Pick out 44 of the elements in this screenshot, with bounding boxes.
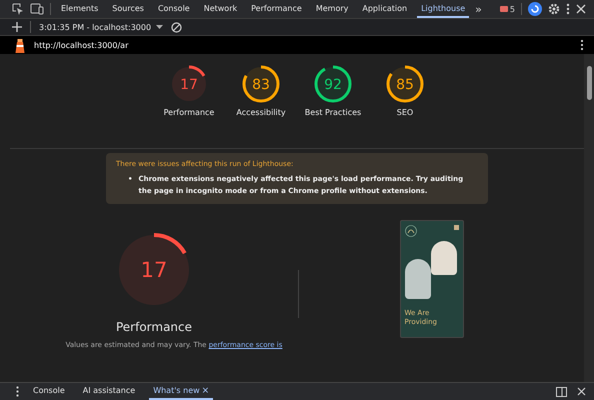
- panel-tab[interactable]: Performance: [247, 0, 306, 18]
- panel-tab[interactable]: Elements: [57, 0, 102, 18]
- gauge-label: Best Practices: [304, 108, 362, 117]
- gauge-label: SEO: [396, 108, 414, 117]
- more-options-icon[interactable]: [580, 39, 584, 51]
- more-options-icon[interactable]: [566, 3, 570, 15]
- error-icon: [500, 6, 508, 12]
- panel-tab[interactable]: Sources: [108, 0, 148, 18]
- performance-gauge: 17: [116, 232, 192, 308]
- dock-icon[interactable]: [556, 386, 567, 396]
- panel-tab[interactable]: Network: [200, 0, 242, 18]
- report-url: http://localhost:3000/ar: [34, 40, 128, 50]
- score-gauge[interactable]: 83: [241, 64, 281, 104]
- assistant-icon[interactable]: [528, 2, 542, 16]
- close-tab-button[interactable]: ×: [202, 386, 210, 396]
- caret-icon: [156, 25, 164, 29]
- close-icon[interactable]: [577, 387, 586, 396]
- panel-tab[interactable]: Application: [358, 0, 412, 18]
- photo-placeholder: [404, 259, 430, 299]
- drawer-tab[interactable]: What's new ×: [149, 383, 214, 400]
- add-icon[interactable]: [12, 22, 22, 32]
- drawer-tab[interactable]: AI assistance: [78, 383, 140, 400]
- gauge-label: Accessibility: [236, 108, 286, 117]
- drawer-menu-icon[interactable]: [16, 386, 19, 397]
- more-tabs-button[interactable]: »: [475, 2, 482, 16]
- score-gauge[interactable]: 17: [169, 64, 209, 104]
- report-dropdown[interactable]: 3:01:35 PM - localhost:3000: [39, 22, 164, 32]
- clear-icon[interactable]: [171, 22, 182, 32]
- photo-placeholder: [430, 241, 456, 275]
- logo-icon: [404, 225, 416, 237]
- score-gauge[interactable]: 85: [385, 64, 425, 104]
- menu-icon: [454, 225, 458, 230]
- panel-tab[interactable]: Memory: [312, 0, 352, 18]
- settings-icon[interactable]: [548, 3, 560, 15]
- close-icon[interactable]: [576, 4, 586, 14]
- panel-tab[interactable]: Console: [154, 0, 194, 18]
- lighthouse-icon: [14, 38, 26, 52]
- inspect-icon[interactable]: [12, 3, 24, 15]
- score-gauge[interactable]: 92: [313, 64, 353, 104]
- category-title: Performance: [116, 320, 192, 334]
- error-count[interactable]: 5: [500, 4, 515, 14]
- device-icon[interactable]: [30, 3, 44, 15]
- gauge-label: Performance: [164, 108, 214, 117]
- drawer-tab[interactable]: Console: [29, 383, 69, 400]
